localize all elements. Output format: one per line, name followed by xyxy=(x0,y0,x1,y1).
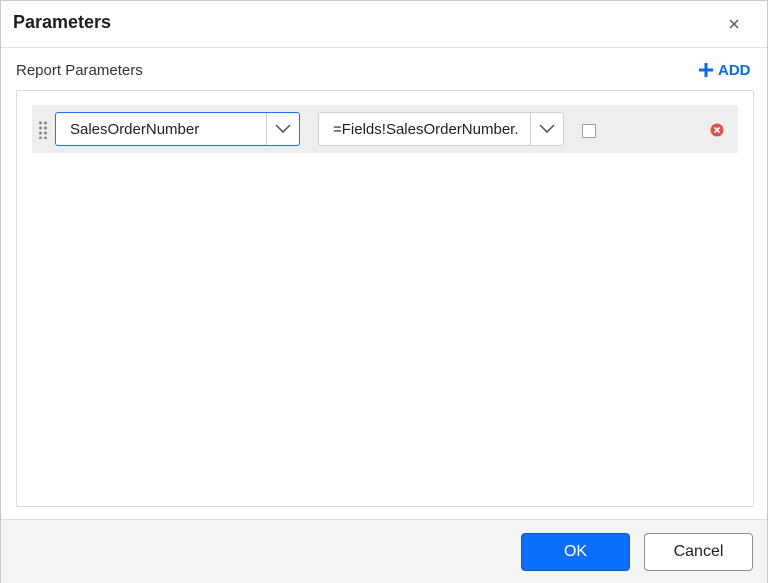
close-icon xyxy=(729,19,739,29)
parameter-value-dropdown[interactable]: =Fields!SalesOrderNumber. xyxy=(318,112,564,146)
chevron-down-icon[interactable] xyxy=(530,113,563,145)
parameters-panel: SalesOrderNumber =Fields!SalesOrderNumbe… xyxy=(16,90,754,507)
section-title: Report Parameters xyxy=(16,62,143,79)
parameter-checkbox[interactable] xyxy=(582,124,596,138)
remove-parameter-button[interactable] xyxy=(710,123,724,137)
close-button[interactable] xyxy=(725,15,743,33)
parameter-name-value: SalesOrderNumber xyxy=(70,121,200,138)
parameter-name-dropdown[interactable]: SalesOrderNumber xyxy=(55,112,300,146)
add-parameter-button[interactable]: ADD xyxy=(699,60,751,80)
chevron-down-icon[interactable] xyxy=(266,113,299,145)
add-label: ADD xyxy=(718,61,751,79)
ok-button[interactable]: OK xyxy=(521,533,630,571)
dialog-header: Parameters xyxy=(1,1,767,48)
parameter-value-text: =Fields!SalesOrderNumber. xyxy=(333,121,519,138)
cancel-button[interactable]: Cancel xyxy=(644,533,753,571)
drag-handle-icon[interactable] xyxy=(38,121,48,140)
remove-circle-icon xyxy=(710,123,724,137)
dialog-title: Parameters xyxy=(13,12,112,32)
parameters-dialog: Parameters Report Parameters ADD SalesOr… xyxy=(0,0,768,583)
parameter-row: SalesOrderNumber =Fields!SalesOrderNumbe… xyxy=(32,105,738,153)
plus-icon xyxy=(699,63,713,77)
dialog-footer: OK Cancel xyxy=(1,519,767,583)
